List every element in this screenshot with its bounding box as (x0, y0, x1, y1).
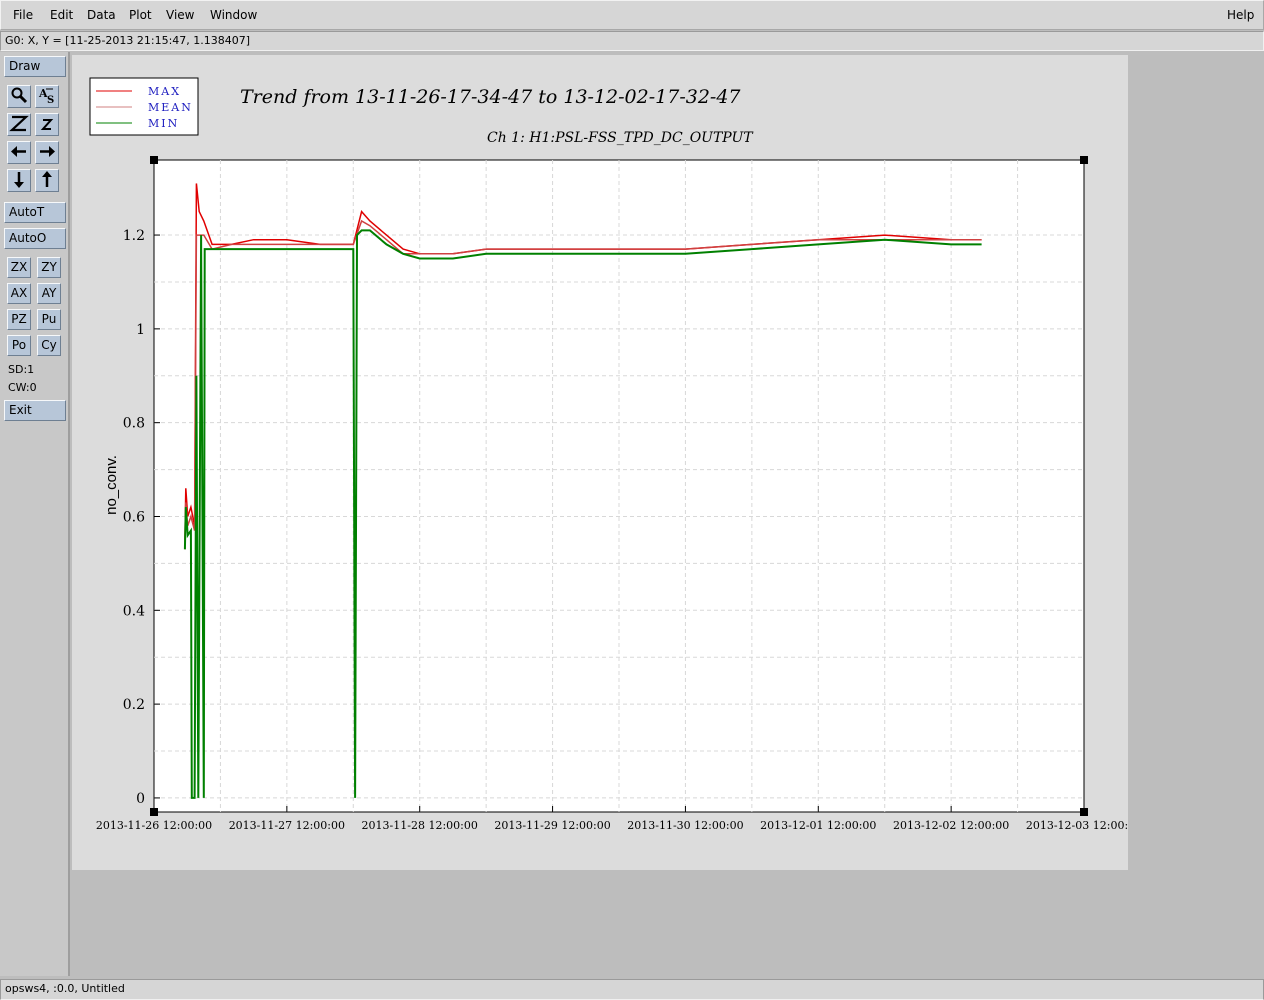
arrow-left-icon[interactable] (7, 141, 31, 164)
x-tick-label: 2013-12-01 12:00:00 (760, 819, 876, 832)
po-button[interactable]: Po (7, 335, 31, 356)
tool-panel: Draw AS AutoT AutoO ZX ZY AX AY PZ Pu Po… (0, 52, 70, 976)
menu-data[interactable]: Data (87, 8, 116, 22)
y-tick-label: 0.4 (123, 603, 145, 619)
auto-t-button[interactable]: AutoT (4, 202, 66, 223)
menu-edit[interactable]: Edit (50, 8, 73, 22)
x-tick-label: 2013-11-26 12:00:00 (96, 819, 212, 832)
coordinate-readout: G0: X, Y = [11-25-2013 21:15:47, 1.13840… (5, 34, 251, 47)
menu-plot[interactable]: Plot (129, 8, 152, 22)
status-bar: opsws4, :0.0, Untitled (0, 979, 1264, 1000)
menu-window[interactable]: Window (210, 8, 257, 22)
svg-text:S: S (47, 95, 54, 105)
menu-help[interactable]: Help (1227, 8, 1254, 22)
pz-button[interactable]: PZ (7, 309, 31, 330)
chart-subtitle: Ch 1: H1:PSL-FSS_TPD_DC_OUTPUT (487, 130, 754, 146)
exit-button[interactable]: Exit (4, 400, 66, 421)
x-tick-label: 2013-11-28 12:00:00 (362, 819, 478, 832)
resize-handle-top-right[interactable] (1080, 156, 1088, 164)
y-tick-label: 1 (136, 322, 145, 338)
menu-file[interactable]: File (13, 8, 33, 22)
magnify-icon[interactable] (7, 85, 31, 108)
resize-handle-bottom-right[interactable] (1080, 808, 1088, 816)
x-tick-label: 2013-11-30 12:00:00 (627, 819, 743, 832)
y-tick-label: 0.8 (123, 416, 145, 432)
cw-readout: CW:0 (8, 381, 37, 394)
x-tick-label: 2013-12-02 12:00:00 (893, 819, 1009, 832)
legend-label-mean: MEAN (148, 101, 193, 114)
menu-bar: File Edit Data Plot View Window Help (0, 0, 1264, 30)
draw-button[interactable]: Draw (4, 56, 66, 77)
legend-label-min: MIN (148, 117, 179, 130)
zy-button[interactable]: ZY (37, 257, 61, 278)
y-tick-label: 1.2 (123, 228, 145, 244)
auto-o-button[interactable]: AutoO (4, 228, 66, 249)
y-tick-label: 0.6 (123, 509, 145, 525)
y-axis-label: no_conv. (103, 455, 120, 515)
zoom-in-icon[interactable] (7, 113, 31, 136)
x-tick-label: 2013-11-27 12:00:00 (229, 819, 345, 832)
y-tick-label: 0 (136, 791, 145, 807)
legend-label-max: MAX (148, 85, 181, 98)
x-tick-label: 2013-12-03 12:00:00 (1026, 819, 1128, 832)
zoom-out-icon[interactable] (35, 113, 59, 136)
arrow-right-icon[interactable] (35, 141, 59, 164)
legend: MAX MEAN MIN (89, 77, 199, 136)
ay-button[interactable]: AY (37, 283, 61, 304)
ax-button[interactable]: AX (7, 283, 31, 304)
x-tick-label: 2013-11-29 12:00:00 (494, 819, 610, 832)
zx-button[interactable]: ZX (7, 257, 31, 278)
cy-button[interactable]: Cy (37, 335, 61, 356)
sd-readout: SD:1 (8, 363, 35, 376)
resize-handle-top-left[interactable] (150, 156, 158, 164)
autoscale-icon[interactable]: AS (35, 85, 59, 108)
y-tick-label: 0.2 (123, 697, 145, 713)
chart-title: Trend from 13-11-26-17-34-47 to 13-12-02… (240, 86, 741, 108)
pu-button[interactable]: Pu (37, 309, 61, 330)
status-text: opsws4, :0.0, Untitled (5, 982, 125, 995)
coordinate-readout-bar: G0: X, Y = [11-25-2013 21:15:47, 1.13840… (0, 31, 1264, 51)
trend-chart[interactable]: MAX MEAN MIN Trend from 13-11-26-17-34-4… (72, 55, 1142, 870)
menu-view[interactable]: View (166, 8, 194, 22)
arrow-down-icon[interactable] (7, 169, 31, 192)
plot-canvas[interactable]: MAX MEAN MIN Trend from 13-11-26-17-34-4… (72, 55, 1142, 870)
arrow-up-icon[interactable] (35, 169, 59, 192)
resize-handle-bottom-left[interactable] (150, 808, 158, 816)
